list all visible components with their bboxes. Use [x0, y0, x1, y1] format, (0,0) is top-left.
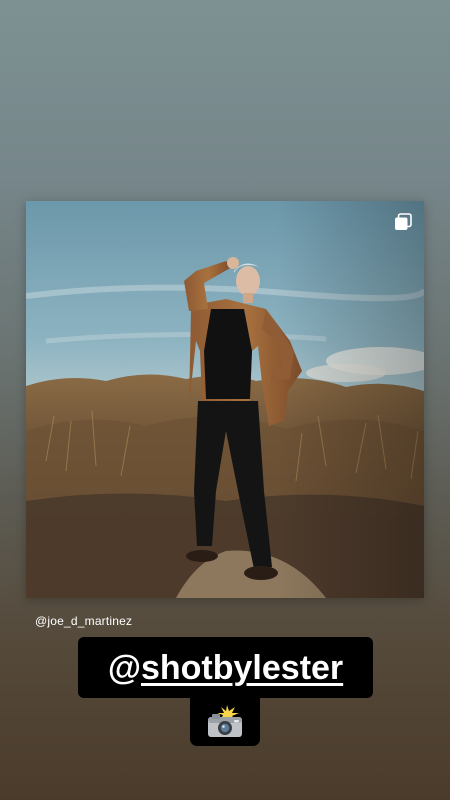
emoji-sticker[interactable]: [190, 696, 260, 746]
carousel-icon: [395, 213, 412, 230]
post-photo: [26, 201, 424, 598]
post-author-handle[interactable]: @joe_d_martinez: [35, 614, 132, 628]
story-screen: @joe_d_martinez @shotbylester: [0, 0, 450, 800]
shared-post-card[interactable]: [26, 201, 424, 598]
mention-text: @shotbylester: [108, 651, 343, 685]
mention-sticker[interactable]: @shotbylester: [78, 637, 373, 698]
mention-handle: shotbylester: [140, 648, 344, 687]
mention-at-sign: @: [107, 648, 141, 687]
camera-with-flash-icon: [208, 705, 242, 737]
